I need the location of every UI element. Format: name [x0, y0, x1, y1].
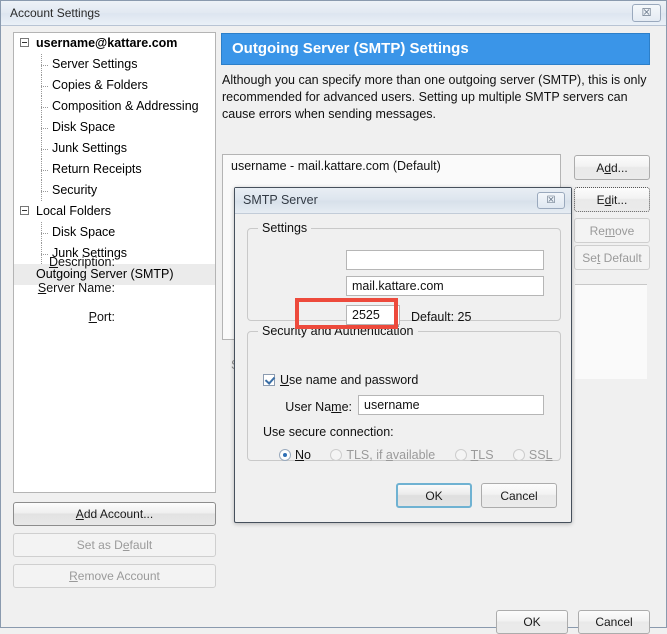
sidebar-item-account-root[interactable]: username@kattare.com: [14, 33, 215, 54]
sidebar-item-label: Outgoing Server (SMTP): [36, 267, 174, 281]
radio-tls-if-available[interactable]: TLS, if available: [330, 448, 435, 462]
description-label: Description:: [48, 255, 115, 269]
add-server-button[interactable]: Add...: [574, 155, 650, 180]
set-as-default-button[interactable]: Set as Default: [13, 533, 216, 557]
radio-ssl[interactable]: SSL: [512, 448, 553, 462]
background-group-box: [575, 284, 647, 379]
sidebar-item-junk-settings[interactable]: Junk Settings: [14, 138, 215, 159]
sidebar-item-server-settings[interactable]: Server Settings: [14, 54, 215, 75]
sidebar-item-security[interactable]: Security: [14, 180, 215, 201]
list-item[interactable]: username - mail.kattare.com (Default): [223, 155, 560, 173]
port-label: Port:: [88, 310, 115, 324]
sidebar-item-local-folders[interactable]: Local Folders: [14, 201, 215, 222]
settings-group-label: Settings: [258, 221, 312, 235]
dialog-titlebar: SMTP Server ☒: [235, 188, 571, 214]
radio-icon[interactable]: [330, 449, 343, 461]
window-titlebar: Account Settings ☒: [1, 1, 666, 26]
set-default-server-button[interactable]: Set Default: [574, 245, 650, 270]
user-name-input[interactable]: [358, 395, 544, 415]
remove-server-button[interactable]: Remove: [574, 218, 650, 243]
sidebar-item-copies-folders[interactable]: Copies & Folders: [14, 75, 215, 96]
account-settings-window: Account Settings ☒ username@kattare.com …: [0, 0, 667, 634]
dialog-cancel-button[interactable]: Cancel: [481, 483, 557, 508]
sidebar-item-label: Junk Settings: [52, 141, 128, 155]
secure-connection-label: Use secure connection:: [263, 425, 394, 439]
radio-icon[interactable]: [512, 449, 525, 461]
settings-group-box: Settings: [247, 221, 561, 321]
radio-tls[interactable]: TLS: [454, 448, 494, 462]
sidebar-item-composition-addressing[interactable]: Composition & Addressing: [14, 96, 215, 117]
radio-no[interactable]: No: [279, 448, 311, 462]
collapse-toggle-icon[interactable]: [20, 206, 29, 215]
server-name-label: Server Name:: [37, 281, 115, 295]
cancel-button[interactable]: Cancel: [578, 610, 650, 634]
sidebar-item-label: Disk Space: [52, 120, 116, 134]
dialog-ok-button[interactable]: OK: [396, 483, 472, 508]
use-name-and-password-checkbox[interactable]: Use name and password: [263, 373, 418, 387]
sidebar-item-disk-space[interactable]: Disk Space: [14, 117, 215, 138]
sidebar-item-label: Server Settings: [52, 57, 138, 71]
page-title: Outgoing Server (SMTP) Settings: [221, 33, 650, 65]
description-input[interactable]: [346, 250, 544, 270]
sidebar-item-label: Copies & Folders: [52, 78, 148, 92]
window-title: Account Settings: [10, 6, 101, 20]
sidebar-item-label: Disk Space: [52, 225, 116, 239]
add-account-button[interactable]: Add Account...: [13, 502, 216, 526]
user-name-label: User Name:: [285, 400, 352, 414]
edit-server-button[interactable]: Edit...: [574, 187, 650, 212]
sidebar-item-label: Return Receipts: [52, 162, 142, 176]
dialog-close-icon[interactable]: ☒: [537, 192, 565, 209]
default-port-label: Default: 25: [411, 310, 472, 324]
sidebar-item-local-disk-space[interactable]: Disk Space: [14, 222, 215, 243]
server-name-input[interactable]: [346, 276, 544, 296]
secure-connection-radio-group[interactable]: No TLS, if available TLS SSL: [279, 448, 569, 462]
security-group-label: Security and Authentication: [258, 324, 418, 338]
panel-description: Although you can specify more than one o…: [222, 73, 647, 121]
checkbox-icon[interactable]: [263, 374, 275, 386]
radio-icon[interactable]: [279, 449, 291, 461]
sidebar-item-label: Local Folders: [36, 204, 112, 218]
smtp-server-dialog: SMTP Server ☒ Settings Security and Auth…: [234, 187, 572, 523]
remove-account-button[interactable]: Remove Account: [13, 564, 216, 588]
ok-button[interactable]: OK: [496, 610, 568, 634]
dialog-title: SMTP Server: [243, 193, 318, 207]
sidebar-item-return-receipts[interactable]: Return Receipts: [14, 159, 215, 180]
sidebar-item-label: Security: [52, 183, 98, 197]
radio-icon[interactable]: [454, 449, 467, 461]
close-icon[interactable]: ☒: [632, 4, 661, 22]
port-input[interactable]: [346, 305, 400, 325]
collapse-toggle-icon[interactable]: [20, 38, 29, 47]
sidebar-item-label: username@kattare.com: [36, 36, 178, 50]
sidebar-item-label: Composition & Addressing: [52, 99, 199, 113]
